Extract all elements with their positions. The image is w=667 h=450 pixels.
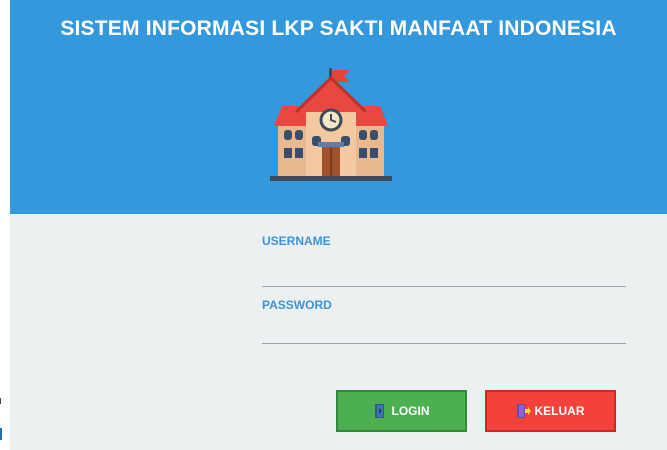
- login-button[interactable]: LOGIN: [336, 390, 467, 432]
- password-input[interactable]: [262, 322, 626, 344]
- login-window: SISTEM INFORMASI LKP SAKTI MANFAAT INDON…: [10, 0, 667, 450]
- login-door-icon: [374, 404, 388, 418]
- school-building-icon: [270, 68, 392, 181]
- keluar-button[interactable]: KELUAR: [485, 390, 616, 432]
- login-button-label: LOGIN: [391, 404, 430, 418]
- app-title: SISTEM INFORMASI LKP SAKTI MANFAAT INDON…: [60, 17, 617, 40]
- username-input[interactable]: [262, 265, 626, 287]
- username-label: USERNAME: [262, 234, 331, 248]
- header-banner: SISTEM INFORMASI LKP SAKTI MANFAAT INDON…: [10, 0, 667, 214]
- keluar-button-label: KELUAR: [534, 404, 585, 418]
- window-edge-marks: [0, 398, 2, 440]
- login-form-panel: USERNAME PASSWORD LOGIN KELUAR: [10, 214, 667, 450]
- password-label: PASSWORD: [262, 298, 332, 312]
- exit-door-icon: [516, 404, 531, 418]
